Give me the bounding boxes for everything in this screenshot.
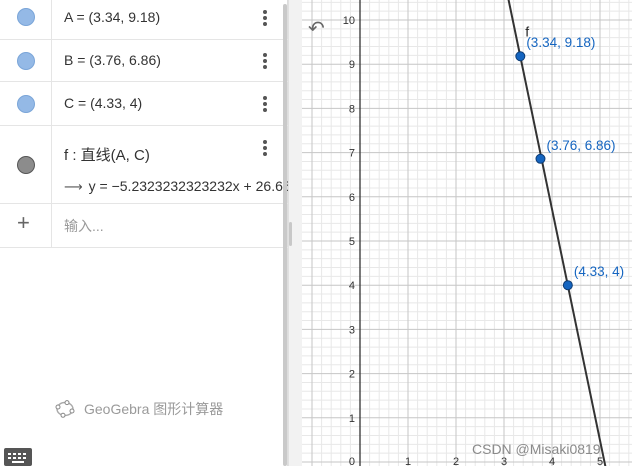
y-tick-label: 9 (349, 59, 355, 71)
y-tick-label: 10 (343, 15, 355, 27)
watermark: CSDN @Misaki0819 (472, 441, 601, 457)
keyboard-icon[interactable] (4, 448, 32, 466)
visibility-toggle-c[interactable] (17, 95, 35, 113)
x-tick-label: 2 (453, 456, 459, 466)
y-tick-label: 5 (349, 236, 355, 248)
y-tick-label: 6 (349, 192, 355, 204)
y-tick-label: 7 (349, 148, 355, 160)
y-tick-label: 4 (349, 280, 355, 292)
algebra-row-c[interactable]: C = (4.33, 4) (0, 82, 288, 126)
origin-label: 0 (349, 456, 355, 466)
splitter-handle[interactable] (289, 222, 292, 246)
logo-text: GeoGebra 图形计算器 (84, 401, 224, 417)
x-tick-label: 4 (549, 456, 555, 466)
arrow-right-icon: ⟶ (64, 179, 83, 194)
more-menu-icon[interactable] (262, 96, 268, 114)
graphics-canvas[interactable]: 123456123456789100f(3.34, 9.18)(3.76, 6.… (302, 0, 632, 466)
y-tick-label: 1 (349, 413, 355, 425)
algebra-row-b[interactable]: B = (3.76, 6.86) (0, 40, 288, 82)
expression-b[interactable]: B = (3.76, 6.86) (64, 52, 161, 68)
algebra-input-row[interactable]: + 输入... (0, 204, 288, 248)
y-tick-label: 8 (349, 103, 355, 115)
geogebra-logo-icon (55, 400, 75, 418)
point-b (535, 153, 546, 164)
algebra-input[interactable]: 输入... (64, 216, 104, 236)
x-tick-label: 1 (405, 456, 411, 466)
algebra-row-f[interactable]: f : 直线(A, C) ⟶ y = −5.2323232323232x + 26… (0, 126, 291, 204)
expression-c[interactable]: C = (4.33, 4) (64, 95, 142, 111)
point-label-a: (3.34, 9.18) (526, 35, 595, 50)
visibility-toggle-a[interactable] (17, 8, 35, 26)
more-menu-icon[interactable] (262, 10, 268, 28)
point-label-c: (4.33, 4) (574, 264, 624, 279)
y-tick-label: 3 (349, 324, 355, 336)
algebra-row-a[interactable]: A = (3.34, 9.18) (0, 0, 288, 40)
undo-icon[interactable]: ↶ (308, 16, 325, 41)
x-tick-label: 3 (501, 456, 507, 466)
expression-a[interactable]: A = (3.34, 9.18) (64, 9, 160, 25)
plus-icon[interactable]: + (17, 212, 30, 234)
more-menu-icon[interactable] (262, 140, 268, 158)
output-f: ⟶ y = −5.2323232323232x + 26.65 (64, 178, 291, 195)
point-label-b: (3.76, 6.86) (546, 138, 615, 153)
algebra-panel: A = (3.34, 9.18) B = (3.76, 6.86) C = (4… (0, 0, 291, 466)
point-c (562, 280, 573, 291)
visibility-toggle-b[interactable] (17, 52, 35, 70)
geogebra-logo: GeoGebra 图形计算器 (54, 398, 223, 420)
x-tick-label: 5 (597, 456, 603, 466)
more-menu-icon[interactable] (262, 53, 268, 71)
output-f-text: y = −5.2323232323232x + 26.65 (88, 178, 291, 194)
point-a (515, 51, 526, 62)
expression-f[interactable]: f : 直线(A, C) (64, 144, 150, 165)
algebra-scrollbar[interactable] (283, 4, 287, 466)
visibility-toggle-f[interactable] (17, 156, 35, 174)
y-tick-label: 2 (349, 369, 355, 381)
line-f (507, 0, 607, 466)
